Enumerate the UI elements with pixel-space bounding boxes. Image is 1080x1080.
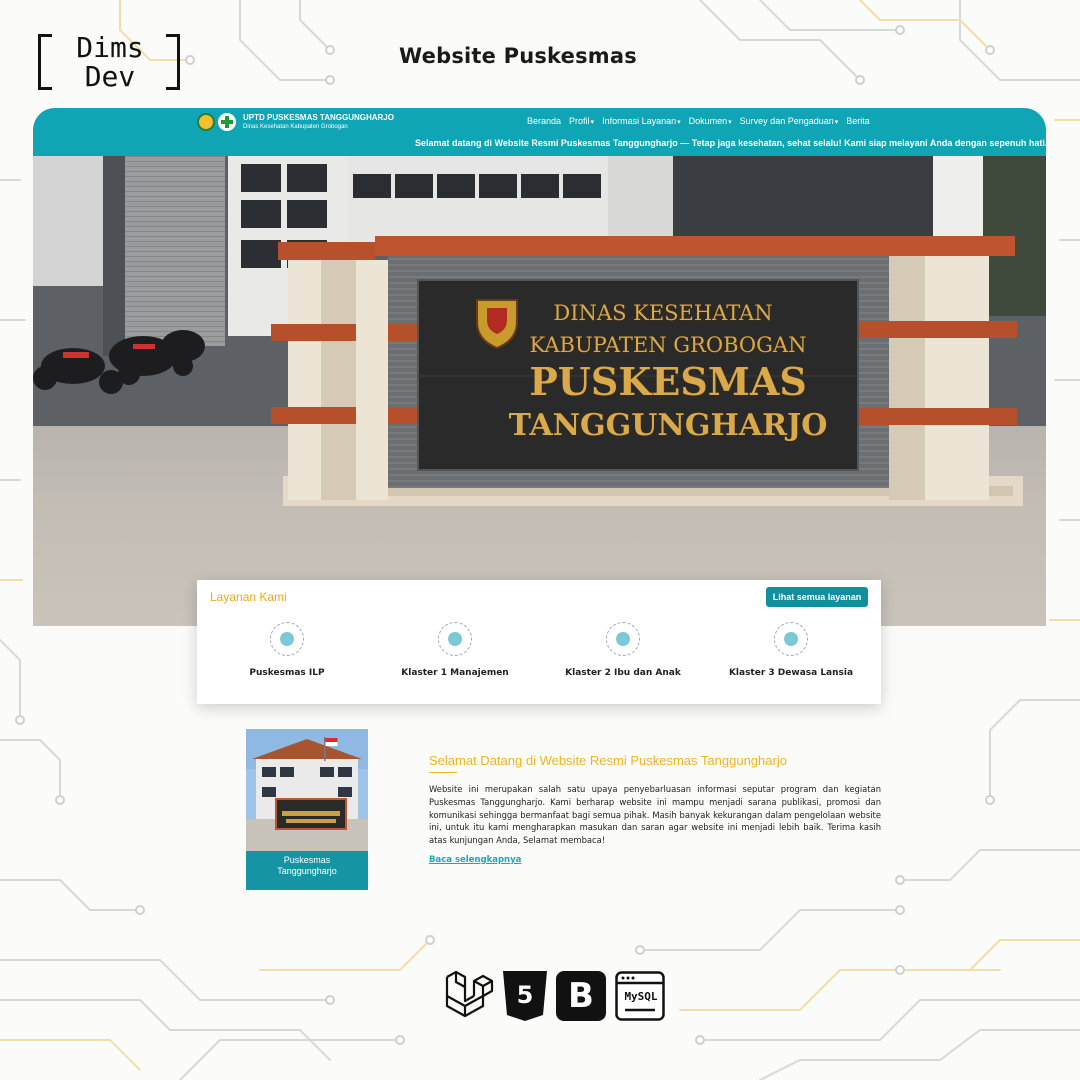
laravel-icon <box>445 971 494 1018</box>
site-logo[interactable]: UPTD PUSKESMAS TANGGUNGHARJO Dinas Keseh… <box>197 112 407 134</box>
brand-logo: Dims Dev <box>38 32 180 94</box>
bootstrap-label: B <box>556 971 606 1021</box>
services-title: Layanan Kami <box>210 590 287 604</box>
nav-item-informasi-layanan[interactable]: Informasi Layanan <box>602 116 681 126</box>
sign-line-3: PUSKESMAS <box>529 359 807 404</box>
service-item-klaster-1[interactable]: Klaster 1 Manajemen <box>375 622 535 678</box>
title-underline <box>429 772 457 773</box>
services-card: Layanan Kami Lihat semua layanan Puskesm… <box>197 580 881 704</box>
site-logo-subtitle: Dinas Kesehatan Kabupaten Grobogan <box>243 124 348 130</box>
read-more-link[interactable]: Baca selengkapnya <box>429 855 521 865</box>
puskesmas-cross-icon <box>218 113 236 131</box>
puskesmas-photo-card[interactable]: Puskesmas Tanggungharjo <box>246 729 368 890</box>
site-logo-title: UPTD PUSKESMAS TANGGUNGHARJO <box>243 113 394 122</box>
service-item-ilp[interactable]: Puskesmas ILP <box>207 622 367 678</box>
welcome-text: Website ini merupakan salah satu upaya p… <box>429 784 881 846</box>
mysql-icon: MySQL <box>615 971 665 1021</box>
puskesmas-building-photo <box>246 729 368 851</box>
nav-item-profil[interactable]: Profil <box>569 116 594 126</box>
mother-child-icon <box>606 622 640 656</box>
photo-caption-line-1: Puskesmas <box>283 855 331 865</box>
nav-item-dokumen[interactable]: Dokumen <box>689 116 732 126</box>
brand-line-1: Dims <box>76 31 144 64</box>
service-label: Klaster 3 Dewasa Lansia <box>728 668 854 678</box>
regency-emblem-icon <box>197 113 215 131</box>
running-text: Selamat datang di Website Resmi Puskesma… <box>33 137 1046 154</box>
sign-line-4: TANGGUNGHARJO <box>508 408 828 443</box>
bootstrap-icon: B <box>556 971 606 1021</box>
html5-icon: 5 <box>503 971 547 1021</box>
nav-menu: Beranda Profil Informasi Layanan Dokumen… <box>527 116 870 126</box>
service-item-klaster-3[interactable]: Klaster 3 Dewasa Lansia <box>711 622 871 678</box>
mysql-label: MySQL <box>624 990 658 1003</box>
running-text-content: Selamat datang di Website Resmi Puskesma… <box>415 138 1046 148</box>
html5-label: 5 <box>516 981 534 1009</box>
left-bracket <box>38 34 52 90</box>
nav-item-berita[interactable]: Berita <box>846 116 870 126</box>
site-navbar: UPTD PUSKESMAS TANGGUNGHARJO Dinas Keseh… <box>33 108 1046 156</box>
service-item-klaster-2[interactable]: Klaster 2 Ibu dan Anak <box>543 622 703 678</box>
sign-line-1: DINAS KESEHATAN <box>553 301 773 325</box>
service-label: Klaster 2 Ibu dan Anak <box>565 668 681 678</box>
right-bracket <box>166 34 180 90</box>
people-network-icon <box>270 622 304 656</box>
brand-line-2: Dev <box>84 60 136 93</box>
elderly-icon <box>774 622 808 656</box>
service-label: Klaster 1 Manajemen <box>401 668 509 678</box>
photo-caption: Puskesmas Tanggungharjo <box>246 855 368 877</box>
sign-line-2: KABUPATEN GROBOGAN <box>529 333 807 357</box>
welcome-title: Selamat Datang di Website Resmi Puskesma… <box>429 753 787 768</box>
management-icon <box>438 622 472 656</box>
nav-item-survey-pengaduan[interactable]: Survey dan Pengaduan <box>740 116 839 126</box>
website-screenshot: UPTD PUSKESMAS TANGGUNGHARJO Dinas Keseh… <box>33 108 1046 626</box>
nav-item-beranda[interactable]: Beranda <box>527 116 561 126</box>
page-title: Website Puskesmas <box>399 44 637 68</box>
service-label: Puskesmas ILP <box>249 668 325 678</box>
photo-caption-line-2: Tanggungharjo <box>277 866 337 876</box>
see-all-services-button[interactable]: Lihat semua layanan <box>766 587 868 607</box>
